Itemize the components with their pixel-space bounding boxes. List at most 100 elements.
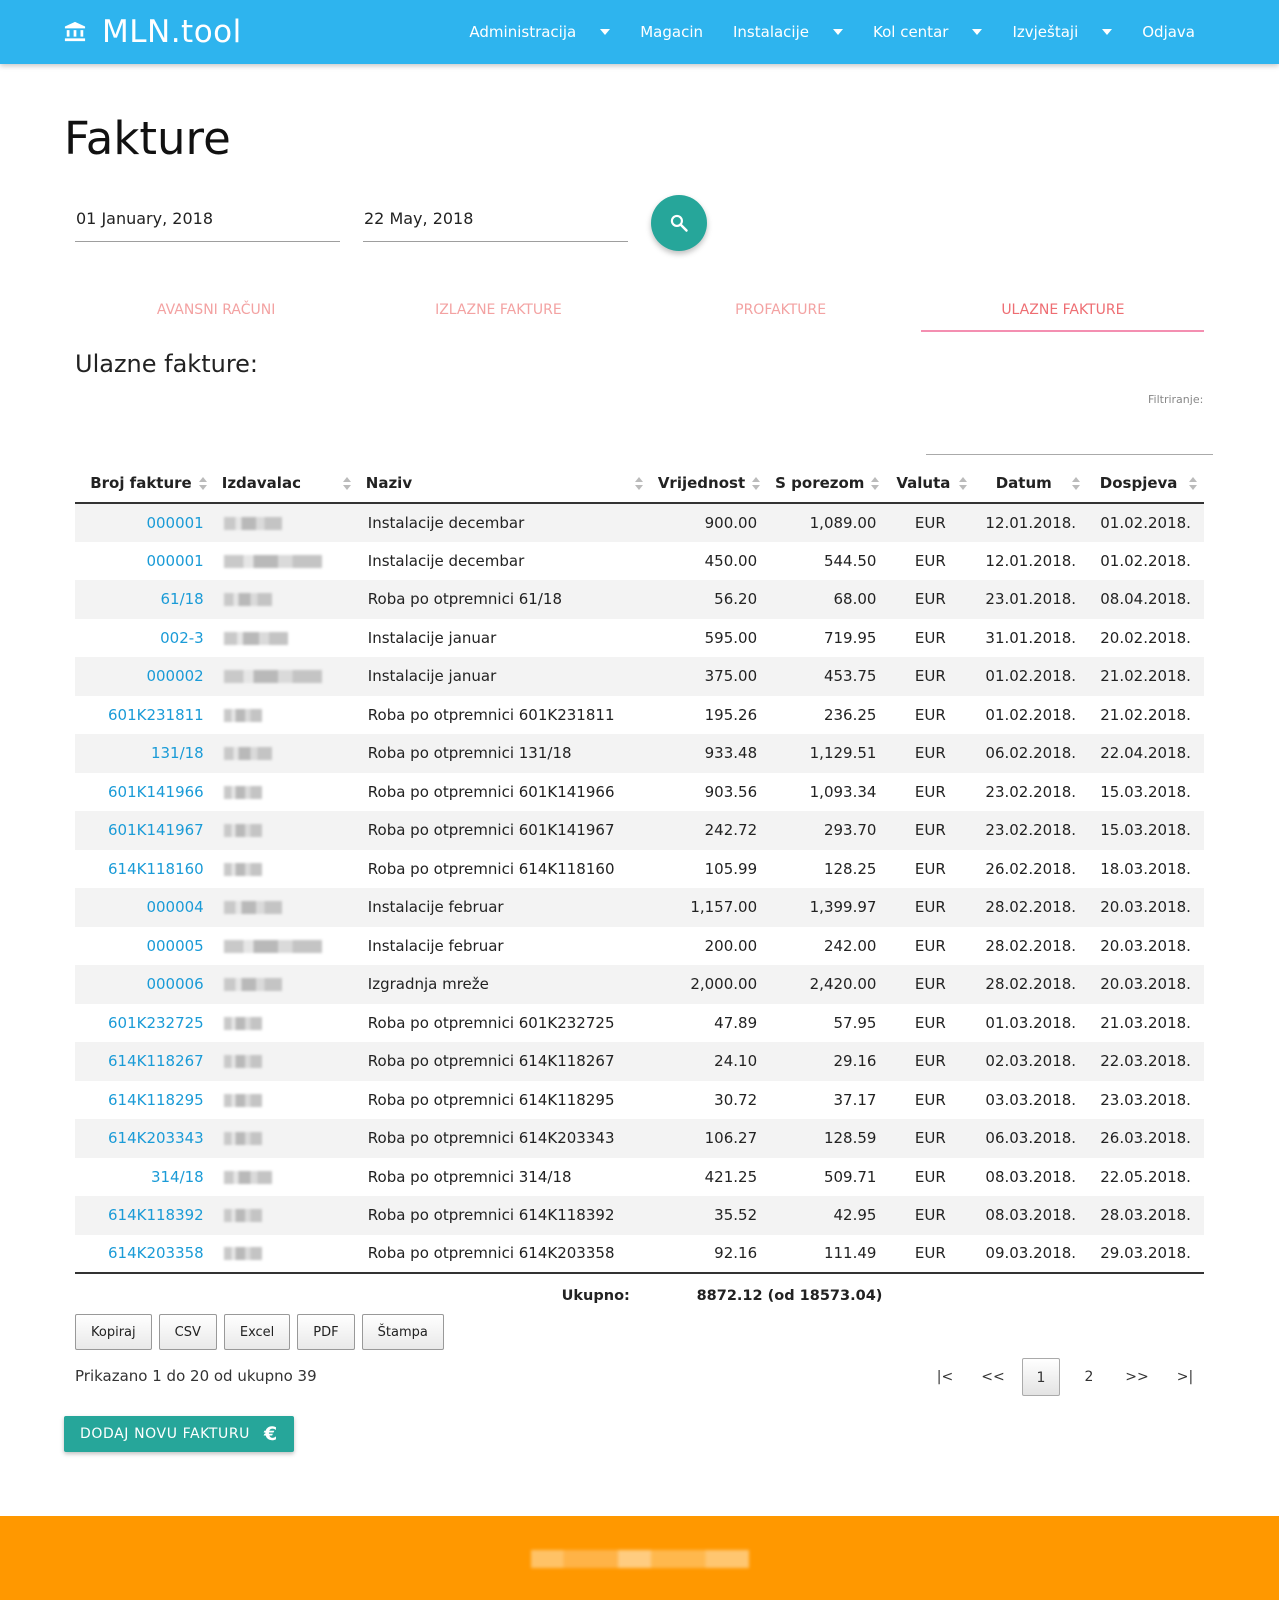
export-pdf-button[interactable]: PDF	[297, 1314, 355, 1350]
invoice-number-link[interactable]: 614K118392	[108, 1206, 204, 1224]
export-kopiraj-button[interactable]: Kopiraj	[75, 1314, 152, 1350]
value-with-tax-cell: 544.50	[823, 551, 877, 570]
invoice-number-link[interactable]: 614K203358	[108, 1244, 204, 1262]
table-row[interactable]: 131/18 Roba po otpremnici 131/18 933.48 1,1…	[75, 734, 1204, 773]
redacted-issuer	[223, 1016, 262, 1030]
tab-ulazne-fakture[interactable]: ULAZNE FAKTURE	[922, 290, 1204, 334]
export-excel-button[interactable]: Excel	[223, 1314, 291, 1350]
nav-item-administracija[interactable]: Administracija	[469, 23, 611, 41]
invoice-number-link[interactable]: 002-3	[160, 629, 204, 647]
column-header-0[interactable]: Broj fakture	[75, 463, 214, 504]
date-cell: 01.03.2018.	[985, 1013, 1077, 1032]
page-button-2[interactable]: 1	[1022, 1358, 1060, 1396]
nav-item-kol-centar[interactable]: Kol centar	[873, 23, 983, 41]
value-cell: 421.25	[704, 1167, 758, 1186]
invoice-number-link[interactable]: 614K203343	[108, 1129, 204, 1147]
tab-profakture[interactable]: PROFAKTURE	[640, 290, 922, 334]
table-row[interactable]: 601K141967 Roba po otpremnici 601K141967 2…	[75, 811, 1204, 850]
nav-item-instalacije[interactable]: Instalacije	[733, 23, 843, 41]
page-button-1[interactable]: <<	[974, 1358, 1012, 1396]
nav-item-label: Instalacije	[733, 23, 809, 41]
date-to-input[interactable]	[363, 200, 628, 236]
table-row[interactable]: 614K118160 Roba po otpremnici 614K118160 1…	[75, 850, 1204, 889]
table-row[interactable]: 000005 Instalacije februar 200.00 242.00 EUR…	[75, 927, 1204, 966]
invoice-number-link[interactable]: 000002	[146, 667, 203, 685]
invoice-number-link[interactable]: 601K141966	[108, 783, 204, 801]
value-with-tax-cell: 29.16	[767, 1042, 887, 1081]
table-row[interactable]: 000001 Instalacije decembar 900.00 1,089.00…	[75, 503, 1204, 542]
date-cell: 31.01.2018.	[985, 628, 1077, 647]
column-header-6[interactable]: Datum	[974, 463, 1088, 504]
issuer-cell-redacted	[214, 773, 358, 812]
column-header-1[interactable]: Izdavalac	[213, 463, 358, 504]
currency-cell: EUR	[914, 782, 946, 801]
invoice-number-link[interactable]: 131/18	[151, 744, 204, 762]
nav-item-izvje-taji[interactable]: Izvještaji	[1012, 23, 1113, 41]
invoice-number-link[interactable]: 000005	[146, 937, 203, 955]
table-row[interactable]: 61/18 Roba po otpremnici 61/18 56.20 68.00 E…	[75, 580, 1204, 619]
invoice-number-link[interactable]: 000004	[146, 898, 203, 916]
table-row[interactable]: 000001 Instalacije decembar 450.00 544.50 EU…	[75, 542, 1204, 581]
invoice-number-link[interactable]: 000001	[146, 514, 203, 532]
tab-avansni-ra-uni[interactable]: AVANSNI RAČUNI	[75, 290, 357, 334]
name-cell: Roba po otpremnici 601K232725	[367, 1013, 615, 1032]
footer	[0, 1516, 1279, 1600]
due-date-cell: 15.03.2018.	[1100, 782, 1191, 801]
invoice-number-link[interactable]: 000001	[146, 552, 203, 570]
column-header-4[interactable]: S porezom	[767, 463, 887, 504]
table-row[interactable]: 614K118267 Roba po otpremnici 614K118267 2…	[75, 1042, 1204, 1081]
brand[interactable]: MLN.tool	[64, 0, 242, 64]
invoice-number-link[interactable]: 601K231811	[108, 706, 204, 724]
tab-izlazne-fakture[interactable]: IZLAZNE FAKTURE	[357, 290, 639, 334]
value-cell: 933.48	[649, 734, 768, 773]
table-row[interactable]: 614K118392 Roba po otpremnici 614K118392 3…	[75, 1196, 1204, 1235]
table-row[interactable]: 601K141966 Roba po otpremnici 601K141966 9…	[75, 773, 1204, 812]
table-row[interactable]: 002-3 Instalacije januar 595.00 719.95 EUR 31…	[75, 619, 1204, 658]
table-row[interactable]: 614K203343 Roba po otpremnici 614K203343 1…	[75, 1119, 1204, 1158]
export-csv-button[interactable]: CSV	[158, 1314, 217, 1350]
date-cell: 08.03.2018.	[974, 1196, 1088, 1235]
invoice-number-link[interactable]: 61/18	[161, 590, 204, 608]
page-button-3[interactable]: 2	[1070, 1358, 1108, 1396]
table-row[interactable]: 614K118295 Roba po otpremnici 614K118295 3…	[75, 1081, 1204, 1120]
bank-icon	[64, 21, 86, 42]
table-row[interactable]: 000002 Instalacije januar 375.00 453.75 EUR 0…	[75, 657, 1204, 696]
invoice-number-link[interactable]: 314/18	[151, 1168, 204, 1186]
date-from-field	[75, 200, 340, 242]
filter-input[interactable]	[926, 420, 1213, 452]
add-invoice-button[interactable]: DODAJ NOVU FAKTURU €	[64, 1416, 294, 1452]
table-row[interactable]: 601K232725 Roba po otpremnici 601K232725 4…	[75, 1004, 1204, 1043]
nav-item-odjava[interactable]: Odjava	[1142, 23, 1195, 41]
invoice-number-link[interactable]: 614K118267	[108, 1052, 204, 1070]
nav-item-magacin[interactable]: Magacin	[640, 23, 703, 41]
invoice-number-link[interactable]: 601K141967	[108, 821, 204, 839]
export--tampa-button[interactable]: Štampa	[361, 1314, 444, 1350]
invoice-number-link[interactable]: 000006	[146, 975, 203, 993]
table-row[interactable]: 314/18 Roba po otpremnici 314/18 421.25 509…	[75, 1158, 1204, 1197]
invoice-number-link[interactable]: 601K232725	[108, 1014, 204, 1032]
date-cell: 06.03.2018.	[974, 1119, 1088, 1158]
page-button-4[interactable]: >>	[1118, 1358, 1156, 1396]
page-button-0[interactable]: |<	[926, 1358, 964, 1396]
table-row[interactable]: 000006 Izgradnja mreže 2,000.00 2,420.00 EUR…	[75, 965, 1204, 1004]
value-with-tax-cell: 1,399.97	[767, 888, 887, 927]
value-cell: 375.00	[649, 657, 768, 696]
total-value: 8872.12 (od 18573.04)	[696, 1287, 883, 1304]
name-cell: Roba po otpremnici 614K203358	[357, 1234, 650, 1274]
redacted-issuer	[223, 631, 288, 645]
table-footer-row: Ukupno: 8872.12 (od 18573.04)	[75, 1273, 1204, 1317]
table-row[interactable]: 000004 Instalacije februar 1,157.00 1,399.9…	[75, 888, 1204, 927]
column-header-3[interactable]: Vrijednost	[649, 463, 768, 504]
redacted-issuer	[223, 862, 262, 876]
column-header-2[interactable]: Naziv	[357, 463, 650, 504]
table-row[interactable]: 614K203358 Roba po otpremnici 614K203358 9…	[75, 1234, 1204, 1274]
column-header-7[interactable]: Dospjeva	[1087, 463, 1204, 504]
issuer-cell-redacted	[214, 850, 358, 889]
invoice-number-link[interactable]: 614K118295	[108, 1091, 204, 1109]
table-row[interactable]: 601K231811 Roba po otpremnici 601K231811 1…	[75, 696, 1204, 735]
column-header-5[interactable]: Valuta	[886, 463, 975, 504]
search-button[interactable]	[651, 195, 707, 251]
page-button-5[interactable]: >|	[1166, 1358, 1204, 1396]
invoice-number-link[interactable]: 614K118160	[108, 860, 204, 878]
date-from-input[interactable]	[75, 200, 340, 236]
